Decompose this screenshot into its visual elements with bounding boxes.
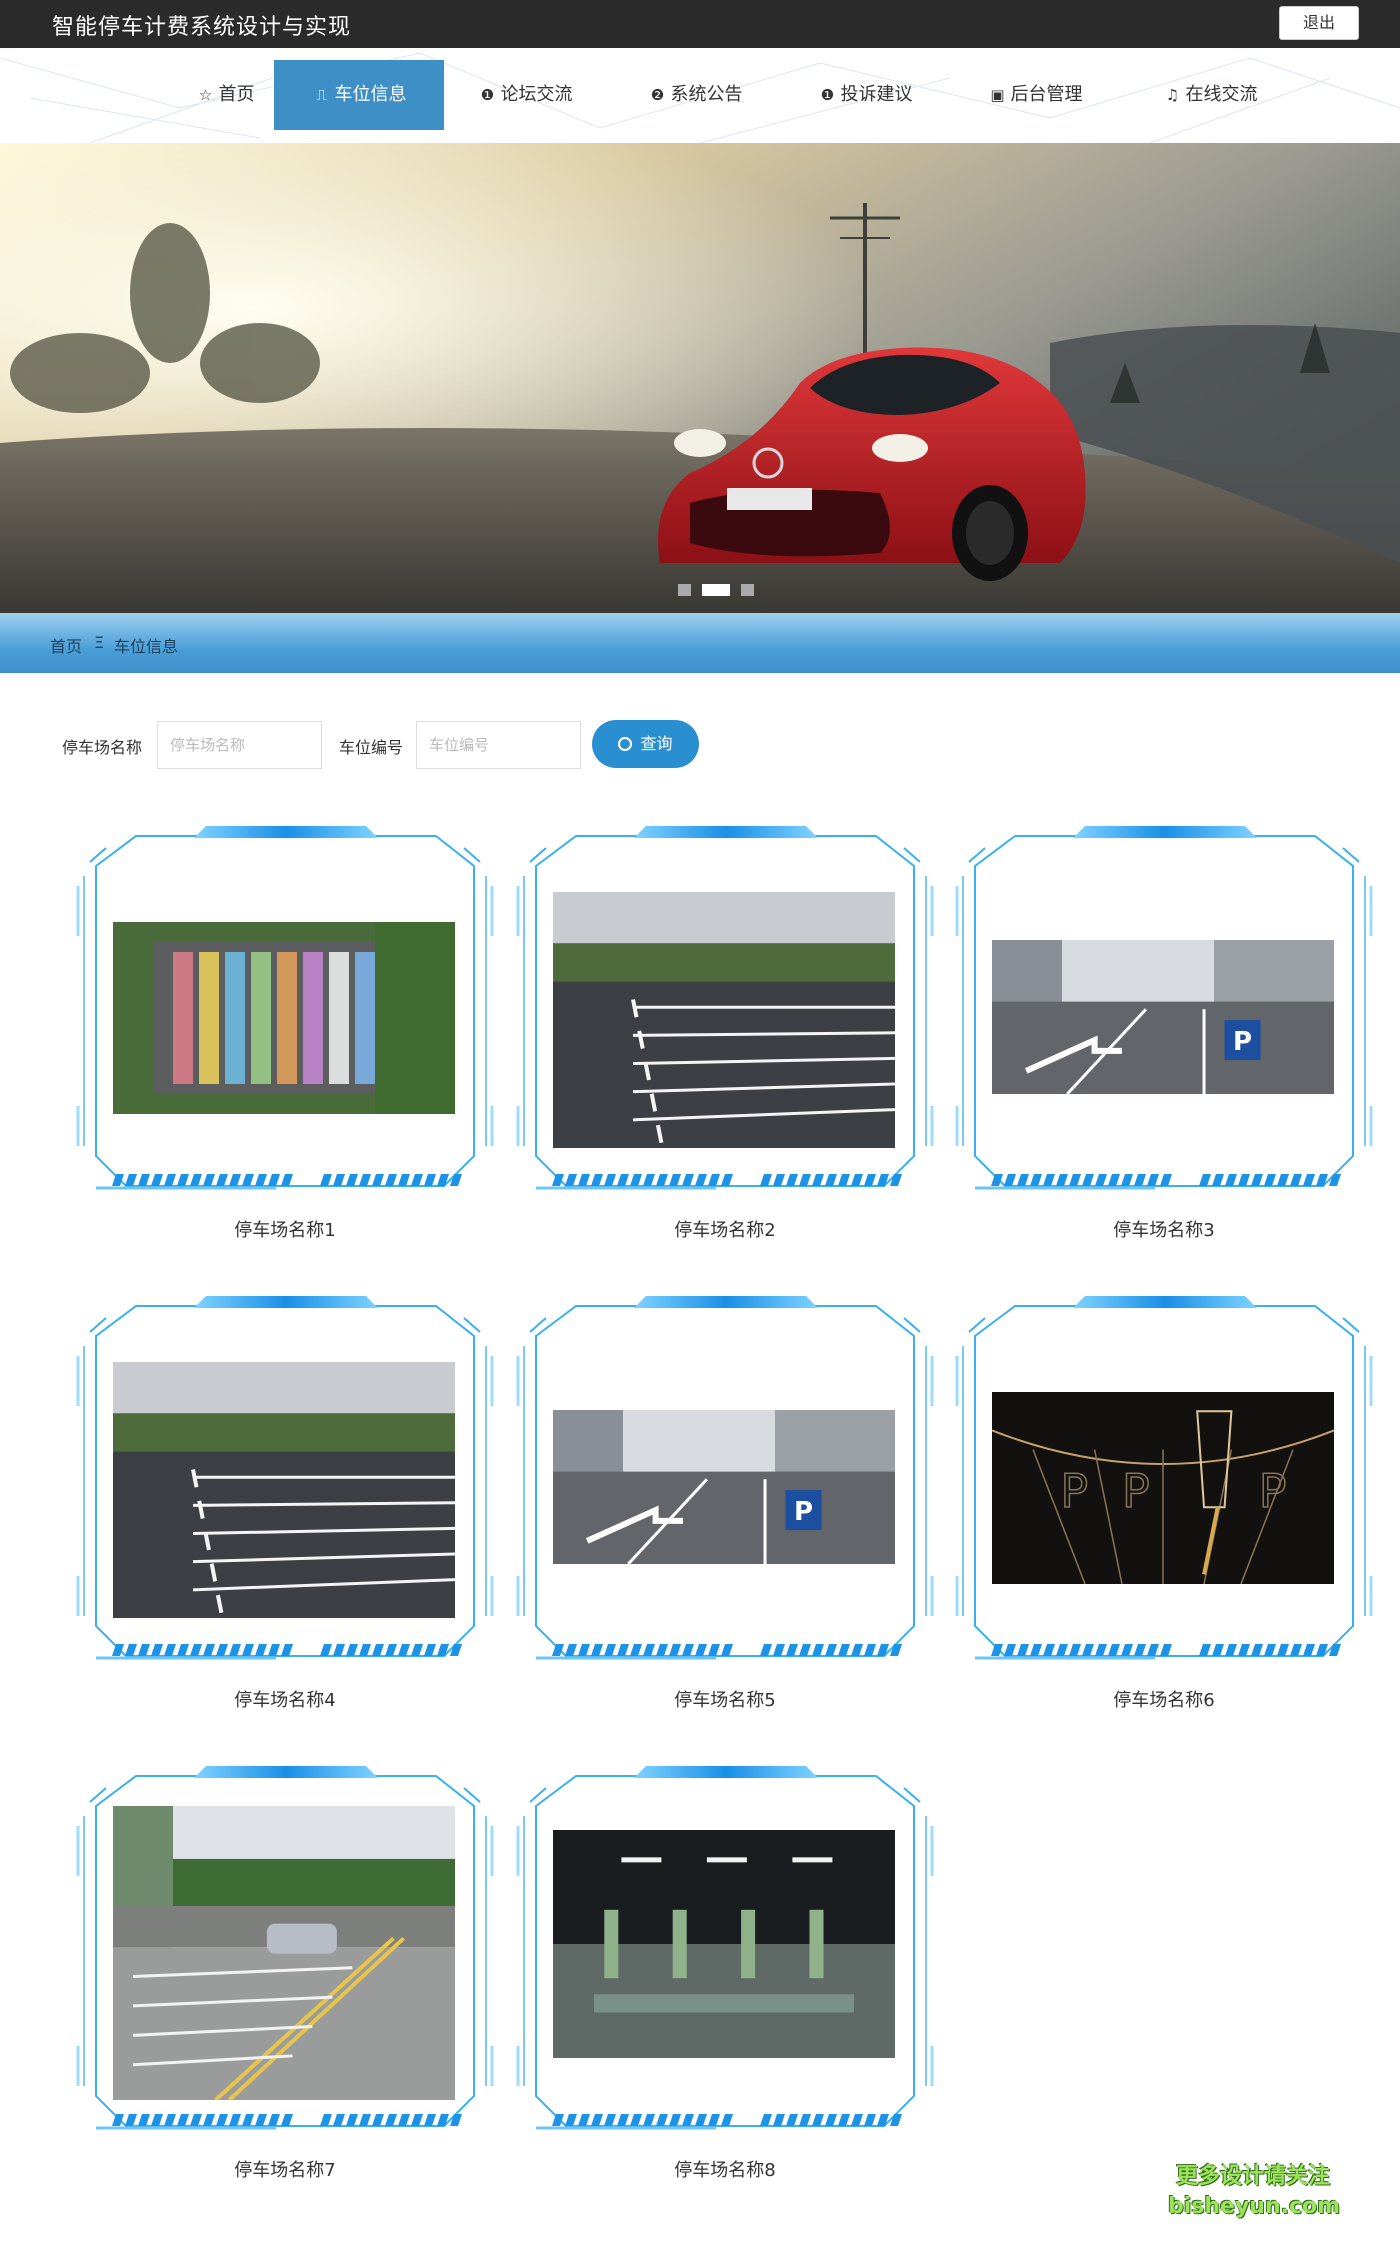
parking-lot-card[interactable]: PPP 停车场名称6	[955, 1296, 1373, 1711]
info-circle-icon: ❶	[820, 86, 835, 104]
nav-item-announcements[interactable]: ❷ 系统公告	[630, 60, 760, 130]
nav-label: 投诉建议	[840, 84, 913, 105]
parking-lot-card[interactable]: 停车场名称2	[516, 826, 934, 1241]
parking-lot-photo	[113, 922, 455, 1114]
parking-lot-card[interactable]: P 停车场名称5	[516, 1296, 934, 1711]
nav-item-admin[interactable]: ▣ 后台管理	[970, 60, 1100, 130]
nav-item-parking-info[interactable]: ⎍ 车位信息	[274, 60, 444, 130]
headset-icon: ♫	[1165, 86, 1180, 104]
breadcrumb-current: 车位信息	[114, 637, 179, 656]
carousel-dot[interactable]	[678, 584, 691, 596]
parking-lot-photo	[553, 1830, 895, 2058]
nav-item-home[interactable]: ☆ 首页	[160, 60, 290, 130]
watermark-line1: 更多设计请关注	[1175, 2164, 1330, 2189]
parking-lot-photo: PPP	[991, 1392, 1335, 1585]
parking-lot-name[interactable]: 停车场名称2	[516, 1216, 934, 1242]
parking-lot-photo	[113, 1806, 455, 2102]
parking-lot-photo: P	[553, 1410, 895, 1566]
nav-label: 车位信息	[334, 84, 407, 105]
nav-item-chat[interactable]: ♫ 在线交流	[1140, 60, 1280, 130]
search-button-label: 查询	[640, 734, 673, 753]
photo-container[interactable]	[113, 922, 455, 1114]
svg-text:P: P	[794, 1497, 813, 1527]
photo-container[interactable]: PPP	[991, 1392, 1335, 1585]
svg-text:P: P	[1060, 1464, 1088, 1518]
watermark: 更多设计请关注 bisheyun.com	[1168, 2162, 1341, 2222]
bag-icon: ⎍	[316, 86, 327, 104]
nav-label: 在线交流	[1185, 84, 1258, 105]
app-title: 智能停车计费系统设计与实现	[52, 15, 352, 40]
info-circle-icon: ❶	[480, 86, 495, 104]
photo-container[interactable]	[553, 892, 896, 1149]
box-icon: ▣	[990, 86, 1005, 104]
nav-label: 论坛交流	[500, 84, 573, 105]
main-nav: ☆ 首页 ⎍ 车位信息 ❶ 论坛交流 ❷ 系统公告 ❶ 投诉建议 ▣ 后台管理 ♫ 在线交流	[0, 48, 1400, 143]
photo-container[interactable]	[113, 1806, 455, 2102]
parking-lot-name[interactable]: 停车场名称8	[516, 2156, 934, 2182]
space-no-label: 车位编号	[339, 738, 404, 757]
breadcrumb-home[interactable]: 首页	[50, 633, 82, 657]
parking-lot-photo	[553, 892, 896, 1149]
parking-lot-photo	[113, 1362, 456, 1619]
search-button[interactable]: 查询	[592, 720, 699, 768]
logout-button[interactable]: 退出	[1279, 6, 1359, 40]
nav-item-forum[interactable]: ❶ 论坛交流	[460, 60, 590, 130]
question-circle-icon: ❷	[650, 86, 665, 104]
search-icon	[618, 737, 633, 751]
parking-lot-name[interactable]: 停车场名称6	[955, 1686, 1373, 1712]
photo-container[interactable]	[113, 1362, 456, 1619]
parking-lot-name[interactable]: 停车场名称5	[516, 1686, 934, 1712]
svg-text:P: P	[1259, 1464, 1287, 1518]
carousel-dot[interactable]	[741, 584, 754, 596]
nav-item-complaints[interactable]: ❶ 投诉建议	[800, 60, 930, 130]
star-icon: ☆	[198, 86, 213, 104]
parking-lot-name[interactable]: 停车场名称4	[76, 1686, 494, 1712]
banner-car-image	[0, 143, 1400, 613]
parking-lot-name[interactable]: 停车场名称1	[76, 1216, 494, 1242]
breadcrumb: 首页 Ξ 车位信息	[0, 613, 1400, 673]
top-bar: 智能停车计费系统设计与实现 退出	[0, 0, 1400, 48]
parking-lot-name[interactable]: 停车场名称7	[76, 2156, 494, 2182]
watermark-line2: bisheyun.com	[1168, 2194, 1341, 2219]
nav-label: 系统公告	[670, 84, 743, 105]
nav-label: 后台管理	[1010, 84, 1083, 105]
parking-lot-card[interactable]: 停车场名称1	[76, 826, 494, 1241]
parking-lot-name[interactable]: 停车场名称3	[955, 1216, 1373, 1242]
photo-container[interactable]: P	[553, 1410, 895, 1566]
parking-lot-card[interactable]: 停车场名称7	[76, 1766, 494, 2181]
parking-lot-card[interactable]: 停车场名称4	[76, 1296, 494, 1711]
breadcrumb-separator: Ξ	[94, 633, 105, 652]
photo-container[interactable]: P	[992, 940, 1334, 1096]
lot-name-label: 停车场名称	[62, 738, 143, 757]
nav-label: 首页	[218, 84, 255, 105]
svg-text:P: P	[1233, 1027, 1252, 1057]
parking-lot-card[interactable]: 停车场名称8	[516, 1766, 934, 2181]
photo-container[interactable]	[553, 1830, 895, 2058]
parking-lot-card[interactable]: P 停车场名称3	[955, 826, 1373, 1241]
svg-text:P: P	[1122, 1464, 1150, 1518]
space-no-input[interactable]	[416, 721, 581, 769]
parking-lot-photo: P	[992, 940, 1334, 1096]
lot-name-input[interactable]	[157, 721, 322, 769]
carousel-dot-active[interactable]	[702, 584, 730, 596]
hero-banner	[0, 143, 1400, 613]
